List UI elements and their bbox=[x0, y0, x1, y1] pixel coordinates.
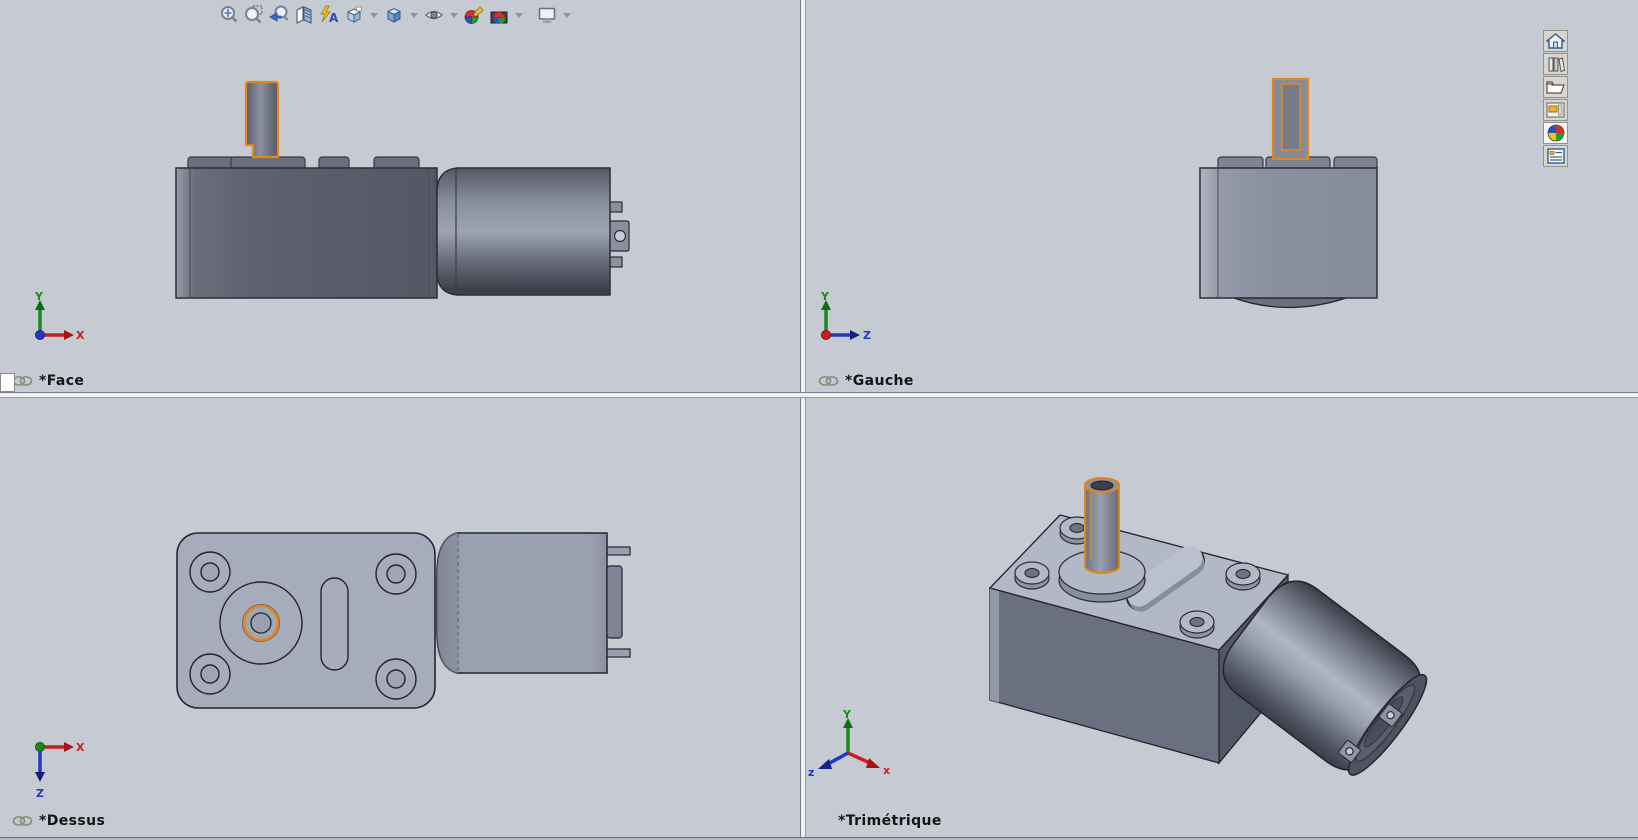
dessus-triad-z-label: Z bbox=[36, 787, 44, 800]
view-orientation-icon bbox=[346, 6, 362, 23]
gauche-view-label[interactable]: *Gauche bbox=[818, 373, 914, 389]
display-style-dropdown-caret[interactable] bbox=[410, 12, 418, 18]
output-shaft-selected[interactable] bbox=[1084, 477, 1120, 574]
motor-body[interactable] bbox=[436, 167, 611, 296]
central-shaft-boss[interactable] bbox=[219, 581, 303, 665]
home-tab[interactable] bbox=[1543, 30, 1568, 52]
viewport-dessus[interactable]: X Z *Dessus bbox=[0, 398, 800, 837]
previous-view-icon bbox=[269, 5, 289, 22]
plate-slot[interactable] bbox=[320, 577, 349, 671]
view-settings-icon bbox=[538, 7, 556, 23]
hide-show-items-button[interactable] bbox=[423, 3, 445, 27]
gauche-triad-y-label: Y bbox=[820, 290, 830, 303]
edit-appearance-button[interactable] bbox=[463, 3, 485, 27]
appearances-scenes-tab[interactable] bbox=[1543, 122, 1568, 144]
zoom-to-fit-icon bbox=[221, 6, 238, 23]
trimetrique-view-label-text: *Trimétrique bbox=[838, 813, 942, 829]
design-library-tab[interactable] bbox=[1543, 53, 1568, 75]
section-view-button[interactable] bbox=[293, 3, 315, 27]
tri-triad-y-label: Y bbox=[842, 708, 852, 721]
linked-views-icon bbox=[818, 375, 839, 387]
gauche-view-label-text: *Gauche bbox=[845, 373, 914, 389]
splitter-handle[interactable] bbox=[0, 373, 15, 392]
linked-views-icon bbox=[12, 815, 33, 827]
file-explorer-icon bbox=[1546, 81, 1565, 94]
application-canvas: Y X *Face Y Z *Gauche X Z *Dessus Y x z … bbox=[0, 0, 1638, 840]
face-triad: Y X bbox=[34, 290, 85, 342]
view-palette-tab[interactable] bbox=[1543, 99, 1568, 121]
face-view-label-text: *Face bbox=[39, 373, 85, 389]
motor-body[interactable] bbox=[436, 532, 608, 674]
motor-end-cap[interactable] bbox=[606, 565, 623, 639]
viewport-face[interactable]: Y X *Face bbox=[0, 0, 800, 392]
edit-appearance-icon bbox=[464, 6, 484, 24]
zoom-to-fit-button[interactable] bbox=[218, 3, 240, 27]
hide-show-items-icon bbox=[425, 10, 443, 20]
display-style-button[interactable] bbox=[383, 3, 405, 27]
home-icon bbox=[1546, 32, 1565, 49]
view-orientation-button[interactable] bbox=[343, 3, 365, 27]
view-settings-dropdown-caret[interactable] bbox=[563, 12, 571, 18]
apply-scene-dropdown-caret[interactable] bbox=[515, 12, 523, 18]
section-view-icon bbox=[296, 6, 312, 24]
task-pane bbox=[1543, 30, 1568, 168]
trimetric-view-drawing: Y x z bbox=[808, 477, 1428, 779]
annotation-views-icon: A bbox=[320, 5, 339, 25]
annotation-views-button[interactable]: A bbox=[318, 3, 340, 27]
zoom-to-area-button[interactable] bbox=[243, 3, 265, 27]
dessus-view-label[interactable]: *Dessus bbox=[12, 813, 105, 829]
display-style-icon bbox=[386, 7, 402, 23]
linked-views-icon bbox=[12, 375, 33, 387]
output-shaft-selected[interactable] bbox=[244, 80, 280, 159]
custom-properties-tab[interactable] bbox=[1543, 145, 1568, 167]
face-view-label[interactable]: *Face bbox=[12, 373, 84, 389]
face-triad-x-label: X bbox=[76, 329, 85, 342]
previous-view-button[interactable] bbox=[268, 3, 290, 27]
face-view-drawing: Y X bbox=[34, 80, 630, 342]
motor-behind-arc[interactable] bbox=[1233, 297, 1347, 309]
view-orientation-dropdown-caret[interactable] bbox=[370, 12, 378, 18]
gauche-view-drawing: Y Z bbox=[820, 77, 1378, 342]
horizontal-viewport-splitter[interactable] bbox=[0, 392, 1638, 398]
dessus-view-label-text: *Dessus bbox=[39, 813, 106, 829]
gauche-triad-z-label: Z bbox=[863, 329, 871, 342]
heads-up-toolbar: A bbox=[218, 3, 573, 27]
design-library-icon bbox=[1548, 56, 1565, 72]
gearbox-edge-highlight bbox=[990, 588, 999, 703]
custom-properties-icon bbox=[1546, 148, 1565, 164]
apply-scene-icon bbox=[490, 11, 508, 24]
gauche-triad: Y Z bbox=[820, 290, 871, 342]
view-settings-button[interactable] bbox=[536, 3, 558, 27]
apply-scene-button[interactable] bbox=[488, 3, 510, 27]
dessus-view-drawing: X Z bbox=[35, 532, 631, 800]
file-explorer-tab[interactable] bbox=[1543, 76, 1568, 98]
svg-text:A: A bbox=[329, 11, 339, 25]
dessus-triad: X Z bbox=[35, 741, 85, 800]
viewport-trimetrique[interactable]: Y x z *Trimétrique bbox=[806, 398, 1638, 837]
output-shaft-selected[interactable] bbox=[1271, 77, 1310, 161]
view-palette-icon bbox=[1546, 102, 1565, 118]
face-triad-y-label: Y bbox=[34, 290, 44, 303]
motor-left-cap-shade bbox=[437, 533, 458, 673]
tri-triad-x-label: x bbox=[883, 764, 890, 777]
hide-show-dropdown-caret[interactable] bbox=[450, 12, 458, 18]
trimetrique-triad: Y x z bbox=[808, 708, 890, 779]
zoom-to-area-icon bbox=[245, 5, 263, 24]
vertical-viewport-splitter[interactable] bbox=[800, 0, 806, 837]
viewport-gauche[interactable]: Y Z *Gauche bbox=[806, 0, 1638, 392]
gearbox-body[interactable] bbox=[1199, 167, 1378, 299]
appearances-sphere-icon bbox=[1547, 124, 1564, 142]
trimetrique-view-label[interactable]: *Trimétrique bbox=[838, 813, 942, 829]
tri-triad-z-label: z bbox=[808, 766, 814, 779]
dessus-triad-x-label: X bbox=[76, 741, 85, 754]
gearbox-body[interactable] bbox=[175, 167, 438, 299]
